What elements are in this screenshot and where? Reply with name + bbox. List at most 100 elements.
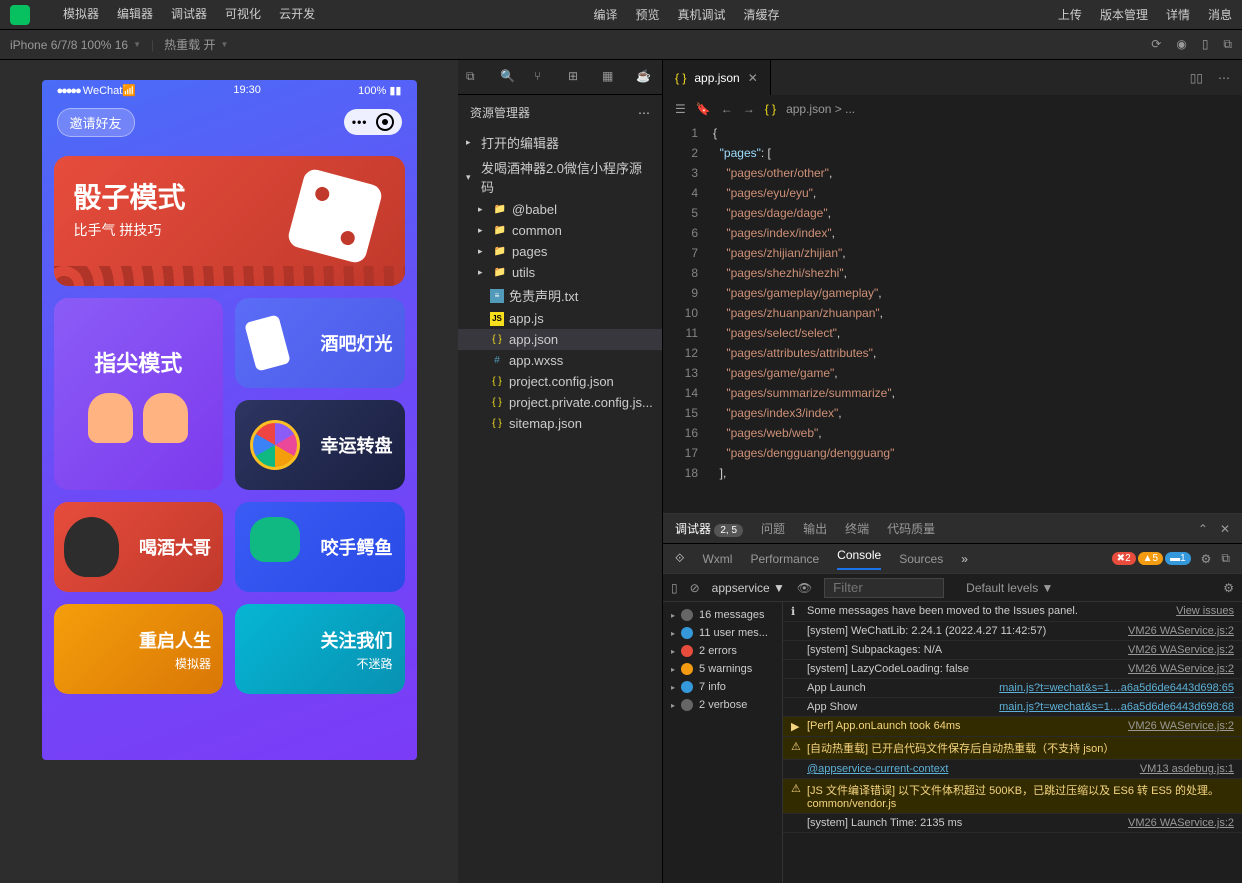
tab-quality[interactable]: 代码质量 [887, 520, 935, 537]
lucky-wheel-card[interactable]: 幸运转盘 [235, 400, 405, 490]
log-line[interactable]: ▶[Perf] App.onLaunch took 64msVM26 WASer… [783, 717, 1242, 737]
cloud-icon[interactable]: ☕ [636, 69, 652, 85]
side-filter[interactable]: ▸11 user mes... [663, 624, 782, 642]
close-icon[interactable]: ✕ [1220, 522, 1230, 536]
file-item[interactable]: #app.wxss [458, 350, 662, 371]
copy-icon[interactable]: ⧉ [1223, 37, 1232, 52]
code-editor[interactable]: { "pages": [ "pages/other/other", "pages… [713, 123, 1242, 513]
list-icon[interactable]: ☰ [675, 102, 686, 116]
ext-icon[interactable]: ▦ [602, 69, 618, 85]
project-root[interactable]: ▾发喝酒神器2.0微信小程序源码 [458, 155, 662, 199]
close-target-icon[interactable] [376, 113, 394, 131]
tab-sources[interactable]: Sources [899, 552, 943, 566]
log-line[interactable]: ⚠[JS 文件编译错误] 以下文件体积超过 500KB，已跳过压缩以及 ES6 … [783, 779, 1242, 814]
back-icon[interactable]: ← [721, 102, 733, 116]
eye-icon[interactable]: 👁 [797, 581, 812, 595]
device-select[interactable]: iPhone 6/7/8 100% 16▼ [10, 38, 141, 52]
tab-wxml[interactable]: Wxml [702, 552, 732, 566]
menu-clear[interactable]: 清缓存 [744, 6, 780, 23]
drink-bro-card[interactable]: 喝酒大哥 [54, 502, 224, 592]
info-badge[interactable]: ▬1 [1165, 552, 1191, 565]
menu-upload[interactable]: 上传 [1058, 6, 1082, 23]
tab-terminal[interactable]: 终端 [845, 520, 869, 537]
log-line[interactable]: [system] WeChatLib: 2.24.1 (2022.4.27 11… [783, 622, 1242, 641]
error-badge[interactable]: ✖2 [1112, 552, 1136, 565]
log-line[interactable]: [system] Subpackages: N/AVM26 WAService.… [783, 641, 1242, 660]
forward-icon[interactable]: → [743, 102, 755, 116]
mini-program-capsule[interactable]: ••• [344, 109, 402, 135]
more-icon[interactable]: ••• [352, 115, 368, 129]
log-line[interactable]: @appservice-current-contextVM13 asdebug.… [783, 760, 1242, 779]
menu-preview[interactable]: 预览 [635, 6, 659, 23]
record-icon[interactable]: ◉ [1176, 37, 1186, 52]
menu-editor[interactable]: 编辑器 [117, 5, 153, 25]
gear-icon[interactable]: ⚙ [1201, 552, 1212, 566]
tab-output[interactable]: 输出 [803, 520, 827, 537]
warn-badge[interactable]: ▲5 [1138, 552, 1163, 565]
phone-icon[interactable]: ▯ [1202, 37, 1209, 52]
tab-problems[interactable]: 问题 [761, 520, 785, 537]
box-icon[interactable]: ⊞ [568, 69, 584, 85]
phone-simulator[interactable]: ●●●●● WeChat📶 19:30 100% ▮▮ 邀请好友 ••• 骰子模… [42, 80, 417, 760]
log-line[interactable]: App Launchmain.js?t=wechat&s=1…a6a5d6de6… [783, 679, 1242, 698]
menu-messages[interactable]: 消息 [1208, 6, 1232, 23]
folder-common[interactable]: ▸📁common [458, 220, 662, 241]
sidebar-toggle-icon[interactable]: ▯ [671, 581, 678, 595]
chevron-up-icon[interactable]: ⌃ [1198, 522, 1208, 536]
follow-us-card[interactable]: 关注我们 不迷路 [235, 604, 405, 694]
bar-light-card[interactable]: 酒吧灯光 [235, 298, 405, 388]
console-output[interactable]: ℹSome messages have been moved to the Is… [783, 602, 1242, 883]
side-filter[interactable]: ▸16 messages [663, 606, 782, 624]
inspect-icon[interactable]: ⟐ [675, 551, 684, 566]
side-filter[interactable]: ▸5 warnings [663, 660, 782, 678]
refresh-icon[interactable]: ⟳ [1151, 37, 1161, 52]
dock-icon[interactable]: ⧉ [1221, 551, 1230, 566]
clear-icon[interactable]: ⊘ [690, 581, 700, 595]
folder-utils[interactable]: ▸📁utils [458, 262, 662, 283]
more-icon[interactable]: ⋯ [638, 106, 650, 120]
close-icon[interactable]: ✕ [748, 71, 758, 85]
file-item[interactable]: { }sitemap.json [458, 413, 662, 434]
menu-remote[interactable]: 真机调试 [678, 6, 726, 23]
filter-input[interactable] [824, 578, 944, 598]
croc-bite-card[interactable]: 咬手鳄鱼 [235, 502, 405, 592]
files-icon[interactable]: ⧉ [466, 69, 482, 85]
search-icon[interactable]: 🔍 [500, 69, 516, 85]
file-item[interactable]: { }project.config.json [458, 371, 662, 392]
menu-simulator[interactable]: 模拟器 [63, 5, 99, 25]
log-line[interactable]: [system] LazyCodeLoading: falseVM26 WASe… [783, 660, 1242, 679]
invite-button[interactable]: 邀请好友 [57, 108, 135, 137]
restart-life-card[interactable]: 重启人生 模拟器 [54, 604, 224, 694]
folder-@babel[interactable]: ▸📁@babel [458, 199, 662, 220]
dice-mode-card[interactable]: 骰子模式 比手气 拼技巧 [54, 156, 405, 286]
file-item[interactable]: { }app.json [458, 329, 662, 350]
side-filter[interactable]: ▸2 errors [663, 642, 782, 660]
tab-app-json[interactable]: { } app.json ✕ [663, 60, 771, 95]
menu-version[interactable]: 版本管理 [1100, 6, 1148, 23]
log-line[interactable]: [system] Launch Time: 2135 msVM26 WAServ… [783, 814, 1242, 833]
bookmark-icon[interactable]: 🔖 [696, 102, 711, 116]
menu-visual[interactable]: 可视化 [225, 5, 261, 25]
menu-cloud[interactable]: 云开发 [279, 5, 315, 25]
split-icon[interactable]: ▯▯ [1190, 71, 1203, 85]
file-item[interactable]: JSapp.js [458, 308, 662, 329]
finger-mode-card[interactable]: 指尖模式 [54, 298, 224, 490]
tab-console[interactable]: Console [837, 548, 881, 570]
more-tabs-icon[interactable]: » [961, 552, 968, 566]
tab-debugger[interactable]: 调试器 2, 5 [675, 520, 743, 537]
menu-debugger[interactable]: 调试器 [171, 5, 207, 25]
hot-reload-select[interactable]: 热重载 开▼ [164, 36, 228, 53]
open-editors[interactable]: ▸打开的编辑器 [458, 130, 662, 155]
side-filter[interactable]: ▸7 info [663, 678, 782, 696]
levels-select[interactable]: Default levels ▼ [966, 581, 1053, 595]
tab-performance[interactable]: Performance [750, 552, 819, 566]
file-item[interactable]: { }project.private.config.js... [458, 392, 662, 413]
branch-icon[interactable]: ⑂ [534, 69, 550, 85]
gear-icon[interactable]: ⚙ [1223, 581, 1234, 595]
folder-pages[interactable]: ▸📁pages [458, 241, 662, 262]
file-item[interactable]: ≡免责声明.txt [458, 283, 662, 308]
menu-compile[interactable]: 编译 [593, 6, 617, 23]
more-icon[interactable]: ⋯ [1218, 71, 1230, 85]
log-line[interactable]: App Showmain.js?t=wechat&s=1…a6a5d6de644… [783, 698, 1242, 717]
log-line[interactable]: ℹSome messages have been moved to the Is… [783, 602, 1242, 622]
